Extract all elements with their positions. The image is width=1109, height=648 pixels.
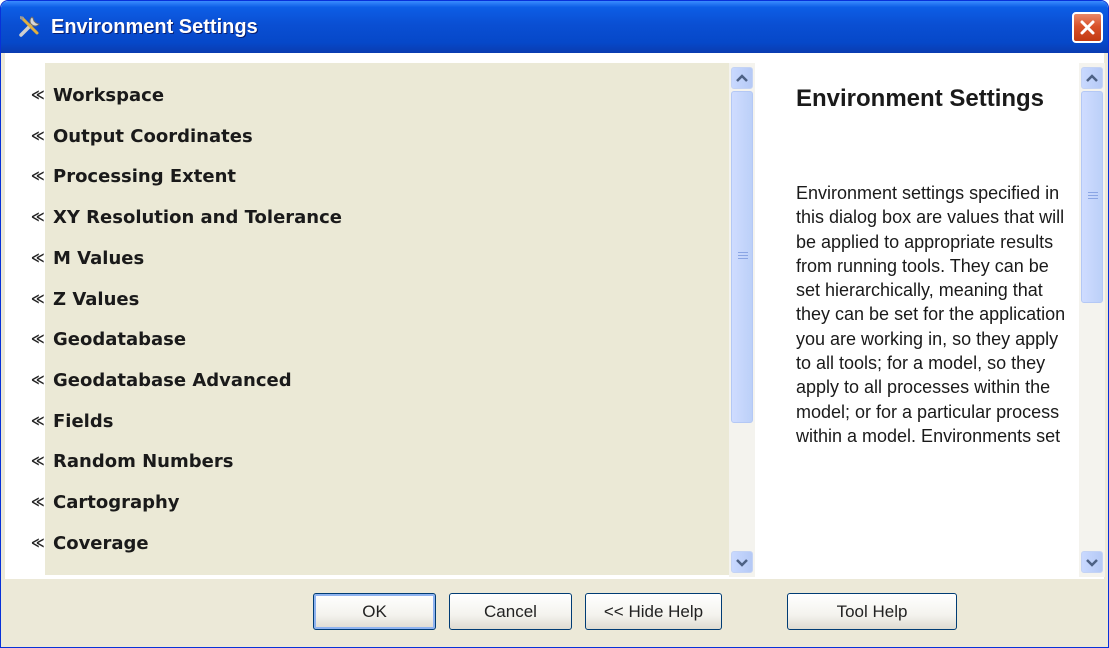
title-bar[interactable]: Environment Settings: [1, 1, 1108, 53]
help-pane: Environment Settings Environment setting…: [766, 63, 1079, 575]
settings-category-cartography[interactable]: ≪ Cartography: [31, 492, 180, 518]
help-text: Environment settings specified in this d…: [796, 183, 1066, 446]
settings-category-output-coordinates[interactable]: ≪ Output Coordinates: [31, 125, 253, 152]
double-chevron-down-icon: ≪: [31, 250, 45, 266]
tool-help-button[interactable]: Tool Help: [787, 593, 957, 630]
settings-category-random-numbers[interactable]: ≪ Random Numbers: [31, 451, 234, 477]
double-chevron-down-icon: ≪: [31, 495, 45, 510]
double-chevron-down-icon: ≪: [31, 454, 45, 470]
scroll-thumb[interactable]: [1081, 91, 1103, 303]
double-chevron-down-icon: ≪: [31, 88, 45, 103]
settings-category-geodatabase-advanced[interactable]: ≪ Geodatabase Advanced: [31, 369, 292, 396]
settings-category-workspace[interactable]: ≪ Workspace: [31, 85, 165, 111]
settings-category-label: Random Numbers: [53, 451, 234, 473]
grip-icon: [738, 252, 748, 260]
settings-category-xy-resolution[interactable]: ≪ XY Resolution and Tolerance: [31, 207, 342, 233]
cancel-button[interactable]: Cancel: [449, 593, 572, 630]
scroll-down-button[interactable]: [1081, 551, 1103, 573]
grip-icon: [1088, 192, 1098, 200]
settings-category-label: Workspace: [53, 85, 165, 106]
settings-scrollbar[interactable]: [729, 63, 755, 577]
settings-category-label: M Values: [53, 247, 145, 269]
settings-category-label: Output Coordinates: [53, 125, 253, 147]
window-title: Environment Settings: [51, 16, 258, 38]
scroll-up-button[interactable]: [1081, 67, 1103, 89]
chevron-up-icon: [1086, 74, 1098, 82]
settings-category-label: Processing Extent: [53, 166, 237, 188]
help-title: Environment Settings: [796, 85, 1045, 112]
settings-category-label: XY Resolution and Tolerance: [53, 207, 342, 229]
chevron-up-icon: [736, 74, 748, 82]
double-chevron-down-icon: ≪: [31, 332, 45, 348]
settings-category-label: Cartography: [53, 492, 180, 513]
help-scrollbar[interactable]: [1079, 63, 1105, 577]
double-chevron-down-icon: ≪: [31, 291, 45, 307]
settings-category-m-values[interactable]: ≪ M Values: [31, 247, 145, 274]
settings-category-label: Geodatabase Advanced: [53, 369, 292, 391]
close-icon: [1080, 20, 1095, 35]
settings-category-processing-extent[interactable]: ≪ Processing Extent: [31, 166, 237, 192]
settings-category-z-values[interactable]: ≪ Z Values: [31, 288, 140, 315]
settings-category-label: Coverage: [53, 532, 149, 554]
ok-button[interactable]: OK: [313, 593, 436, 630]
settings-category-label: Geodatabase: [53, 329, 187, 351]
scroll-thumb[interactable]: [731, 91, 753, 423]
close-button[interactable]: [1072, 12, 1103, 43]
double-chevron-down-icon: ≪: [31, 372, 45, 388]
environment-settings-dialog: Environment Settings ≪ Workspace ≪ Output …: [0, 0, 1109, 648]
double-chevron-down-icon: ≪: [31, 210, 45, 226]
chevron-down-icon: [736, 559, 748, 567]
settings-category-label: Z Values: [53, 288, 140, 310]
hide-help-button[interactable]: << Hide Help: [585, 593, 722, 630]
tools-icon: [19, 16, 40, 37]
double-chevron-down-icon: ≪: [31, 169, 45, 185]
double-chevron-down-icon: ≪: [31, 128, 45, 144]
settings-category-label: Fields: [53, 410, 114, 432]
settings-category-geodatabase[interactable]: ≪ Geodatabase: [31, 329, 187, 355]
scroll-up-button[interactable]: [731, 67, 753, 89]
settings-list-pane: ≪ Workspace ≪ Output Coordinates ≪ Processi…: [31, 63, 729, 575]
scroll-down-button[interactable]: [731, 551, 753, 573]
double-chevron-down-icon: ≪: [31, 535, 45, 551]
settings-category-fields[interactable]: ≪ Fields: [31, 410, 114, 437]
double-chevron-down-icon: ≪: [31, 413, 45, 429]
chevron-down-icon: [1086, 559, 1098, 567]
settings-category-coverage[interactable]: ≪ Coverage: [31, 532, 149, 559]
